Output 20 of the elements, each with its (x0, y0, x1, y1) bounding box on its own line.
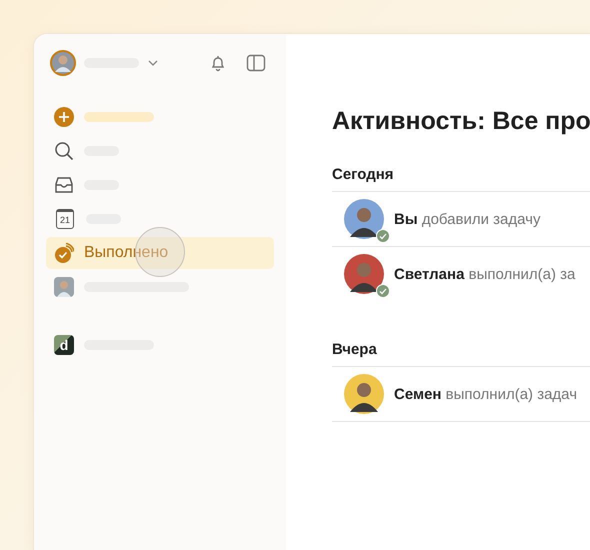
completed-icon (54, 243, 74, 263)
project-item[interactable]: d (46, 329, 274, 361)
section-heading: Вчера (332, 341, 590, 367)
activity-text: Семен выполнил(а) задач (394, 386, 578, 402)
plus-icon (54, 107, 74, 127)
page-title: Активность: Все про (332, 107, 590, 136)
section-heading: Сегодня (332, 166, 590, 192)
avatar-icon (50, 50, 76, 76)
inbox-icon (54, 175, 74, 195)
nav-item[interactable]: 21 (46, 203, 274, 235)
project-logo-icon: d (54, 335, 74, 355)
project-photo-icon (54, 277, 74, 297)
activity-text: Светлана выполнил(а) за (394, 266, 576, 282)
bell-icon (209, 54, 227, 72)
search-icon (54, 141, 74, 161)
calendar-icon: 21 (56, 209, 74, 229)
placeholder-bar (84, 112, 154, 122)
nav-item[interactable]: Выполнено (46, 237, 274, 269)
sidebar-icon (246, 54, 266, 72)
activity-text: Вы добавили задачу (394, 210, 540, 228)
